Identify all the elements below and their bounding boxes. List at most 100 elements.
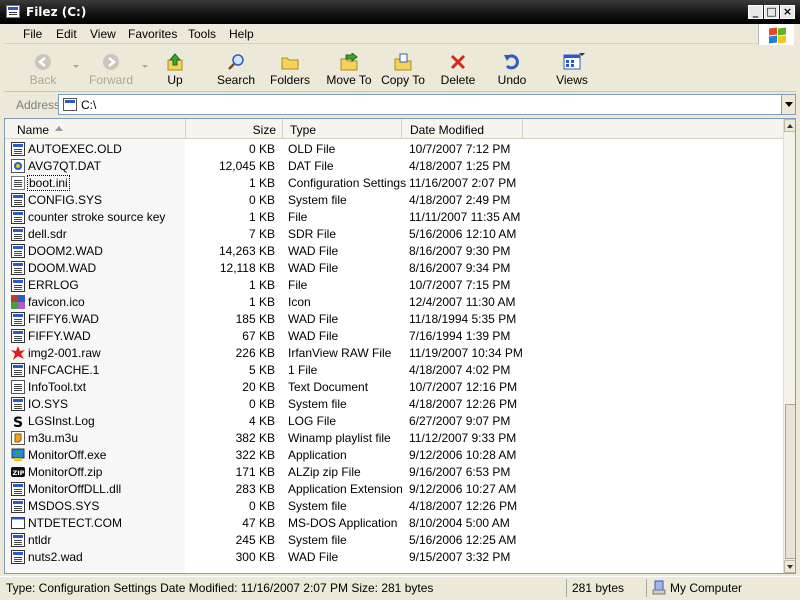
- search-button[interactable]: Search: [209, 47, 263, 89]
- scroll-down-button[interactable]: [784, 560, 795, 573]
- file-name: ERRLOG: [28, 278, 79, 292]
- file-row[interactable]: IO.SYS 0 KB System file 4/18/2007 12:26 PM: [5, 396, 783, 413]
- file-row[interactable]: nuts2.wad 300 KB WAD File 9/15/2007 3:32 PM: [5, 549, 783, 566]
- file-row[interactable]: counter stroke source key 1 KB File 11/11/2…: [5, 209, 783, 226]
- column-name[interactable]: Name: [5, 119, 186, 138]
- delete-button[interactable]: Delete: [431, 47, 485, 89]
- generic-file-icon: [11, 533, 25, 547]
- views-button[interactable]: Views: [545, 47, 599, 89]
- file-row[interactable]: favicon.ico 1 KB Icon 12/4/2007 11:30 AM: [5, 294, 783, 311]
- file-name: FIFFY6.WAD: [28, 312, 99, 326]
- move-to-button[interactable]: Move To: [322, 47, 376, 89]
- file-name: AUTOEXEC.OLD: [28, 142, 122, 156]
- status-location: My Computer: [670, 581, 743, 595]
- menu-edit[interactable]: Edit: [56, 27, 77, 41]
- menu-file[interactable]: File: [23, 27, 42, 41]
- file-date: 9/16/2007 6:53 PM: [409, 465, 511, 479]
- menu-favorites[interactable]: Favorites: [128, 27, 177, 41]
- file-row[interactable]: S LGSInst.Log 4 KB LOG File 6/27/2007 9:07 P…: [5, 413, 783, 431]
- menu-view[interactable]: View: [90, 27, 116, 41]
- back-button[interactable]: Back: [16, 47, 70, 89]
- status-details: Type: Configuration Settings Date Modifi…: [6, 581, 434, 595]
- file-row[interactable]: dell.sdr 7 KB SDR File 5/16/2006 12:10 AM: [5, 226, 783, 243]
- file-type: WAD File: [288, 261, 339, 275]
- file-row[interactable]: ZIP MonitorOff.zip 171 KB ALZip zip File 9/1…: [5, 464, 783, 481]
- file-row[interactable]: INFCACHE.1 5 KB 1 File 4/18/2007 4:02 PM: [5, 362, 783, 379]
- file-row[interactable]: ERRLOG 1 KB File 10/7/2007 7:15 PM: [5, 277, 783, 294]
- views-dropdown-icon[interactable]: [579, 53, 585, 56]
- file-row[interactable]: ntldr 245 KB System file 5/16/2006 12:25 AM: [5, 532, 783, 549]
- irfanview-icon: [11, 346, 25, 360]
- window-icon: [6, 5, 20, 18]
- address-value: C:\: [81, 98, 97, 112]
- file-type: File: [288, 210, 308, 224]
- copy-to-button[interactable]: Copy To: [376, 47, 430, 89]
- forward-button[interactable]: Forward: [84, 47, 138, 89]
- exe-icon: [11, 448, 25, 462]
- back-arrow-icon: [35, 54, 51, 70]
- file-row[interactable]: AVG7QT.DAT 12,045 KB DAT File 4/18/2007 1:2…: [5, 158, 783, 175]
- column-date-modified[interactable]: Date Modified: [402, 119, 523, 138]
- file-size: 14,263 KB: [218, 244, 275, 258]
- config-icon: [11, 176, 25, 190]
- file-date: 10/7/2007 12:16 PM: [409, 380, 518, 394]
- file-size: 0 KB: [248, 397, 275, 411]
- drive-icon: [63, 98, 77, 111]
- file-type: 1 File: [288, 363, 318, 377]
- scroll-thumb[interactable]: [785, 404, 795, 559]
- folders-button[interactable]: Folders: [263, 47, 317, 89]
- address-dropdown-button[interactable]: [781, 95, 795, 114]
- file-row[interactable]: DOOM.WAD 12,118 KB WAD File 8/16/2007 9:34 …: [5, 260, 783, 277]
- vertical-scrollbar[interactable]: [783, 119, 795, 573]
- file-row[interactable]: AUTOEXEC.OLD 0 KB OLD File 10/7/2007 7:12 P…: [5, 141, 783, 158]
- generic-file-icon: [11, 278, 25, 292]
- file-row[interactable]: m3u.m3u 382 KB Winamp playlist file 11/12/2…: [5, 430, 783, 447]
- file-type: Configuration Settings: [288, 176, 407, 190]
- menu-help[interactable]: Help: [229, 27, 254, 41]
- file-type: File: [288, 278, 308, 292]
- minimize-button[interactable]: _: [748, 5, 763, 19]
- file-row[interactable]: InfoTool.txt 20 KB Text Document 10/7/2007 …: [5, 379, 783, 396]
- toolbar: Back Forward Up Search Folders Move To C…: [4, 45, 796, 92]
- file-row[interactable]: MonitorOffDLL.dll 283 KB Application Exten…: [5, 481, 783, 498]
- scroll-up-button[interactable]: [784, 119, 795, 132]
- file-type: IrfanView RAW File: [288, 346, 392, 360]
- column-size[interactable]: Size: [186, 119, 283, 138]
- up-button[interactable]: Up: [148, 47, 202, 89]
- file-row[interactable]: MonitorOff.exe 322 KB Application 9/12/2006…: [5, 447, 783, 464]
- file-date: 7/16/1994 1:39 PM: [409, 329, 511, 343]
- file-row[interactable]: NTDETECT.COM 47 KB MS-DOS Application 8/10/…: [5, 515, 783, 532]
- maximize-button[interactable]: □: [764, 5, 779, 19]
- svg-text:ZIP: ZIP: [13, 469, 25, 477]
- file-row[interactable]: CONFIG.SYS 0 KB System file 4/18/2007 2:49 …: [5, 192, 783, 209]
- address-input[interactable]: C:\: [58, 94, 796, 115]
- title-bar[interactable]: Filez (C:) _ □ ×: [0, 0, 800, 24]
- file-name: counter stroke source key: [28, 210, 166, 224]
- file-type: MS-DOS Application: [288, 516, 398, 530]
- menu-tools[interactable]: Tools: [188, 27, 216, 41]
- back-dropdown-icon[interactable]: [73, 65, 79, 68]
- file-row[interactable]: img2-001.raw 226 KB IrfanView RAW File 11/1…: [5, 345, 783, 362]
- file-date: 5/16/2006 12:25 AM: [409, 533, 517, 547]
- file-type: OLD File: [288, 142, 336, 156]
- file-date: 4/18/2007 4:02 PM: [409, 363, 511, 377]
- file-size: 67 KB: [242, 329, 275, 343]
- file-type: DAT File: [288, 159, 334, 173]
- file-date: 8/16/2007 9:34 PM: [409, 261, 511, 275]
- zip-icon: ZIP: [11, 465, 25, 479]
- undo-button[interactable]: Undo: [485, 47, 539, 89]
- file-name: NTDETECT.COM: [28, 516, 122, 530]
- file-name: m3u.m3u: [28, 431, 79, 445]
- winamp-icon: [11, 431, 25, 445]
- close-button[interactable]: ×: [780, 5, 795, 19]
- column-type[interactable]: Type: [283, 119, 402, 138]
- file-row[interactable]: boot.ini 1 KB Configuration Settings 11/16/…: [5, 175, 783, 192]
- file-row[interactable]: FIFFY6.WAD 185 KB WAD File 11/18/1994 5:35 …: [5, 311, 783, 328]
- file-row[interactable]: MSDOS.SYS 0 KB System file 4/18/2007 12:26 …: [5, 498, 783, 515]
- file-row[interactable]: FIFFY.WAD 67 KB WAD File 7/16/1994 1:39 PM: [5, 328, 783, 345]
- file-list[interactable]: Name Size Type Date Modified AUTOEXEC.OL…: [4, 118, 796, 574]
- generic-file-icon: [11, 397, 25, 411]
- file-size: 226 KB: [235, 346, 275, 360]
- delete-icon: [450, 54, 466, 70]
- file-row[interactable]: DOOM2.WAD 14,263 KB WAD File 8/16/2007 9:30…: [5, 243, 783, 260]
